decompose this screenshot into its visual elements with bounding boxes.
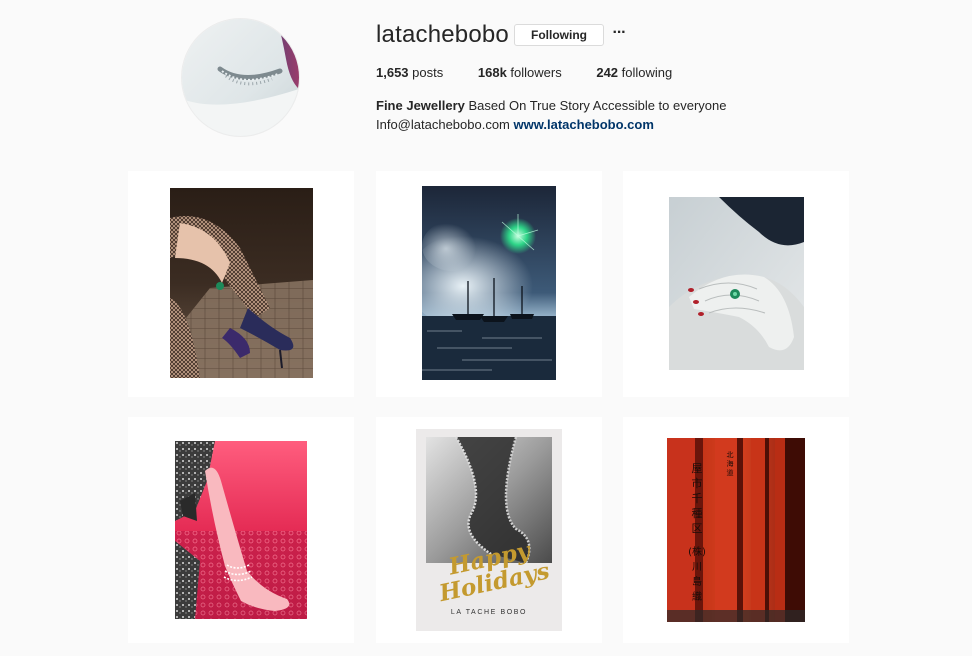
bio-text: Based On True Story Accessible to everyo… [468,98,727,113]
post-image-legs-heels [170,188,313,378]
following-label: following [621,65,673,80]
torii-glyph: 川 [692,562,702,573]
bio-full-name: Fine Jewellery [376,98,465,113]
avatar-necklace-image [182,19,299,136]
followers-label: followers [510,65,562,80]
profile-avatar[interactable] [182,19,299,136]
bio-line-1: Fine Jewellery Based On True Story Acces… [376,96,726,115]
bio-email: Info@latachebobo.com [376,117,510,132]
following-count: 242 [596,65,619,80]
torii-glyph: 道 [726,469,734,477]
followers-count: 168k [477,65,507,80]
posts-count: 1,653 [376,65,409,80]
post-image-hand-ring [669,197,804,370]
post-image-fireworks [422,186,556,380]
following-stat[interactable]: 242 following [596,64,672,82]
torii-glyph: (株) [688,547,706,558]
torii-inscription: 北 海 道 [725,451,735,478]
holiday-brand: LA TACHE BOBO [450,609,528,616]
bio-website-link[interactable]: www.latachebobo.com [514,117,654,132]
torii-inscription: (株) 川 島 織 [687,545,707,605]
post-tile[interactable]: Happy Holidays LA TACHE BOBO [376,417,602,643]
post-image-red-anklet [175,441,307,619]
post-tile[interactable] [128,171,354,397]
torii-glyph: 織 [692,592,702,603]
post-tile[interactable]: 屋 市 千 種 区 (株) 川 島 織 北 海 道 [623,417,849,643]
posts-label: posts [412,65,444,80]
torii-glyph: 海 [726,460,734,468]
profile-stats: 1,653 posts 168k followers 242 following [376,64,672,82]
torii-glyph: 千 [691,492,703,505]
torii-glyph: 屋 [691,462,703,475]
profile-page: latachebobo Following ··· 1,653 posts 16… [0,0,972,656]
more-options-icon[interactable]: ··· [611,24,627,46]
post-tile[interactable] [623,171,849,397]
profile-bio: Fine Jewellery Based On True Story Acces… [376,96,726,134]
torii-glyph: 種 [691,507,703,520]
posts-stat: 1,653 posts [376,64,443,82]
followers-stat[interactable]: 168k followers [478,64,562,82]
bio-line-2: Info@latachebobo.com www.latachebobo.com [376,115,726,134]
torii-glyph: 市 [691,477,703,490]
torii-glyph: 区 [691,522,703,535]
following-button[interactable]: Following [514,24,604,46]
torii-inscription: 屋 市 千 種 区 [689,461,705,536]
profile-username: latachebobo [376,21,509,48]
torii-glyph: 北 [726,451,734,459]
torii-glyph: 島 [692,577,702,588]
post-tile[interactable] [376,171,602,397]
post-tile[interactable] [128,417,354,643]
